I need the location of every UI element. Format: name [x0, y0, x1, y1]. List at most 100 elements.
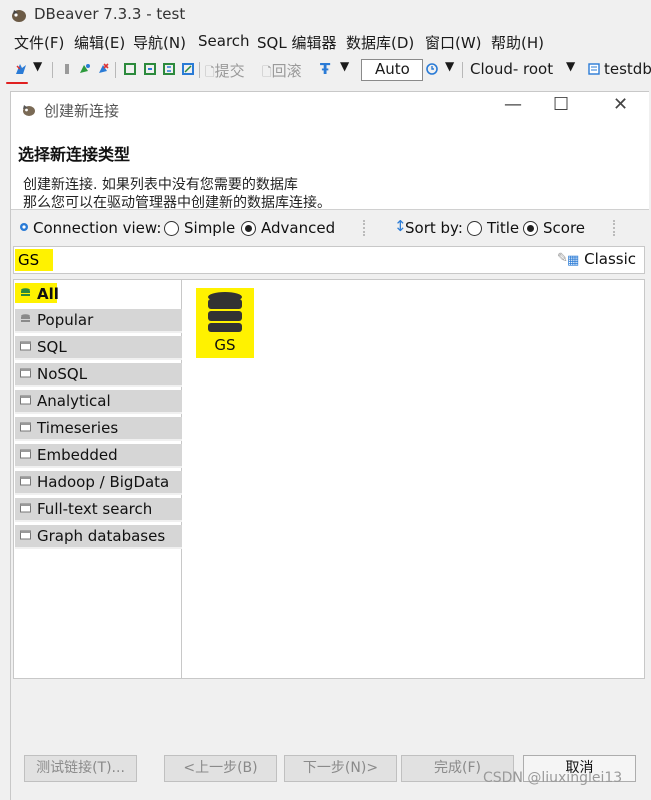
menu-navigate[interactable]: 导航(N) [133, 32, 186, 53]
rollback-icon: 🗋 [262, 65, 272, 79]
category-hadoop-bigdata[interactable]: Hadoop / BigData [15, 471, 182, 495]
divider [11, 209, 649, 210]
category-nosql[interactable]: NoSQL [15, 363, 182, 387]
connection-view-label: Connection view: [33, 219, 162, 237]
category-all[interactable]: All [15, 283, 59, 303]
category-label: Embedded [37, 446, 118, 464]
view-advanced-radio[interactable] [241, 221, 256, 236]
commit-mode-value: Auto [375, 60, 410, 78]
menu-search[interactable]: Search [198, 32, 250, 50]
category-analytical[interactable]: Analytical [15, 390, 182, 414]
category-popular[interactable]: Popular [15, 309, 182, 333]
category-full-text-search[interactable]: Full-text search [15, 498, 182, 522]
database-schema-icon [588, 63, 600, 75]
toolbar-separator [462, 62, 463, 78]
category-label: SQL [37, 338, 67, 356]
database-stack-icon [21, 314, 30, 322]
menu-edit[interactable]: 编辑(E) [74, 32, 125, 53]
active-database-selector[interactable]: testdb [604, 60, 651, 78]
menu-window[interactable]: 窗口(W) [425, 32, 482, 53]
toolbar-separator [613, 220, 617, 236]
transaction-mode-dropdown-icon[interactable]: ▼ [340, 59, 349, 73]
sort-by-label: Sort by: [405, 219, 463, 237]
sort-title-label[interactable]: Title [487, 219, 519, 237]
back-button[interactable]: <上一步(B) [164, 755, 277, 782]
new-connection-dialog: 创建新连接 — ☐ ✕ 选择新连接类型 创建新连接. 如果列表中没有您需要的数据… [10, 91, 649, 800]
driver-gs[interactable]: GS [196, 288, 254, 358]
active-datasource-selector[interactable]: Cloud- root [470, 60, 553, 78]
view-simple-label[interactable]: Simple [184, 219, 235, 237]
sort-title-radio[interactable] [467, 221, 482, 236]
category-timeseries[interactable]: Timeseries [15, 417, 182, 441]
view-simple-radio[interactable] [164, 221, 179, 236]
new-connection-dropdown-icon[interactable]: ▼ [33, 59, 42, 73]
sort-score-label[interactable]: Score [543, 219, 585, 237]
dbeaver-logo-icon [23, 105, 35, 116]
new-connection-icon[interactable] [14, 62, 28, 76]
main-toolbar: ▼ 🗋提交 🗋回滚 Ŧ ▼ Auto ▼ Cloud- root ▼ testd… [0, 56, 651, 86]
category-graph-databases[interactable]: Graph databases [15, 525, 182, 549]
folder-icon [20, 395, 31, 405]
transaction-log-icon[interactable] [162, 62, 176, 76]
history-icon[interactable] [425, 62, 439, 76]
commit-mode-field[interactable]: Auto [361, 59, 423, 81]
folder-icon [20, 476, 31, 486]
classic-label: Classic [584, 250, 636, 268]
watermark: CSDN @liuxinglei13 [483, 770, 623, 786]
menu-help[interactable]: 帮助(H) [491, 32, 544, 53]
window-title: DBeaver 7.3.3 - test [34, 5, 186, 23]
driver-search-bar: ✎ ▦ Classic [13, 246, 645, 274]
disconnect-icon[interactable] [96, 62, 110, 76]
dbeaver-logo-icon [12, 10, 26, 22]
toolbar-separator [199, 62, 200, 78]
database-icon [208, 292, 242, 332]
sort-score-radio[interactable] [523, 221, 538, 236]
category-label: Hadoop / BigData [37, 473, 170, 491]
table-icon: ▦ [567, 253, 580, 268]
history-dropdown-icon[interactable]: ▼ [445, 59, 454, 73]
category-list: All Popular SQL NoSQL Analytical Timeser… [13, 279, 182, 679]
category-sql[interactable]: SQL [15, 336, 182, 360]
driver-grid: GS [182, 279, 645, 679]
wizard-page-title: 选择新连接类型 [18, 145, 131, 164]
toolbar-separator [52, 62, 53, 78]
plug-icon[interactable] [60, 62, 74, 76]
menu-database[interactable]: 数据库(D) [346, 32, 414, 53]
classic-view-toggle[interactable]: ▦ Classic [567, 250, 636, 268]
category-label: Full-text search [37, 500, 153, 518]
category-embedded[interactable]: Embedded [15, 444, 182, 468]
driver-label: GS [214, 336, 236, 354]
view-advanced-label[interactable]: Advanced [261, 219, 335, 237]
view-options-row: Connection view: Simple Advanced ↕ Sort … [11, 216, 649, 242]
close-icon[interactable]: ✕ [613, 94, 628, 115]
datasource-dropdown-icon[interactable]: ▼ [566, 59, 575, 73]
toolbar-separator [115, 62, 116, 78]
maximize-icon[interactable]: ☐ [553, 94, 569, 115]
category-label: Graph databases [37, 527, 166, 545]
gear-icon [20, 223, 28, 231]
dialog-title: 创建新连接 [44, 102, 120, 120]
driver-search-input[interactable] [15, 249, 53, 271]
connect-icon[interactable] [78, 62, 92, 76]
wizard-description-line1: 创建新连接. 如果列表中没有您需要的数据库 [23, 177, 298, 193]
transaction-mode-icon[interactable] [143, 62, 157, 76]
category-label: NoSQL [37, 365, 88, 383]
test-connection-button[interactable]: 测试链接(T)... [24, 755, 137, 782]
red-underline-annotation [6, 82, 28, 84]
folder-icon [20, 341, 31, 351]
folder-icon [20, 530, 31, 540]
category-label: Popular [37, 311, 94, 329]
minimize-icon[interactable]: — [504, 94, 522, 115]
rollback-label: 回滚 [271, 62, 302, 80]
title-bar: DBeaver 7.3.3 - test [0, 0, 651, 30]
transaction-icon[interactable] [123, 62, 137, 76]
menu-sql-editor[interactable]: SQL 编辑器 [257, 32, 336, 53]
pending-transactions-icon[interactable] [181, 62, 195, 76]
commit-button[interactable]: 🗋提交 [205, 60, 245, 84]
next-button[interactable]: 下一步(N)> [284, 755, 397, 782]
category-label: Timeseries [37, 419, 119, 437]
transaction-mode-icon-t[interactable]: Ŧ [320, 60, 330, 78]
rollback-button[interactable]: 🗋回滚 [262, 60, 302, 84]
database-stack-icon [21, 288, 30, 296]
menu-file[interactable]: 文件(F) [14, 32, 64, 53]
